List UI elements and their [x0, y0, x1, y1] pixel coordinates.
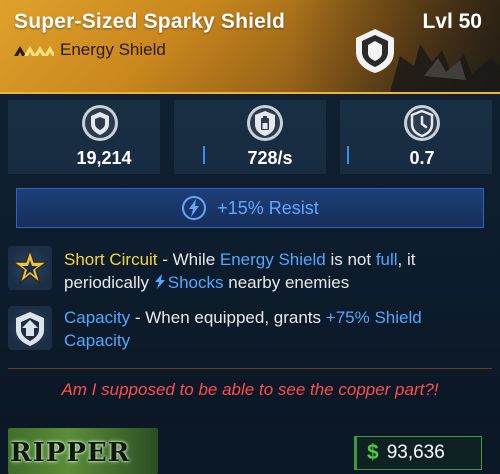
perk-text-part: - When equipped, grants: [130, 308, 326, 327]
dollar-icon: $: [367, 441, 379, 464]
price-value: 93,636: [386, 442, 445, 463]
stat-value-recharge-delay: 0.7: [409, 148, 435, 168]
note-divider: [8, 368, 492, 369]
item-card: Super-Sized Sparky Shield Lvl 50 Energy …: [0, 0, 500, 474]
perk-text-part: nearby enemies: [223, 273, 350, 292]
item-header: Super-Sized Sparky Shield Lvl 50 Energy …: [0, 0, 500, 94]
short-circuit-star-icon: [8, 246, 52, 290]
rarity-chevrons-icon: [14, 46, 54, 56]
shield-type-icon: [356, 29, 394, 73]
resist-bar: +15% Resist: [16, 188, 484, 228]
item-level: Lvl 50: [422, 10, 482, 33]
stat-separator: [347, 146, 349, 164]
perk-text-part: - While: [157, 250, 220, 269]
perk-keyword: full: [375, 250, 398, 269]
shield-recharge-delay-icon: [404, 105, 440, 141]
perk-keyword-shocks: Shocks: [154, 273, 224, 292]
capacity-arrow-icon: [8, 306, 52, 350]
resist-label: +15% Resist: [217, 197, 319, 218]
perk-capacity-text: Capacity - When equipped, grants +75% Sh…: [64, 306, 489, 352]
item-name: Super-Sized Sparky Shield: [14, 10, 286, 33]
stat-value-capacity: 19,214: [76, 148, 132, 168]
perk-name: Capacity: [64, 308, 131, 327]
user-note: Am I supposed to be able to see the copp…: [61, 380, 439, 399]
shield-capacity-icon: [82, 105, 118, 141]
stat-separator: [203, 146, 205, 164]
perk-keyword: Energy Shield: [219, 250, 326, 269]
item-price: $ 93,636: [354, 436, 482, 470]
lightning-icon: [154, 274, 165, 289]
item-type: Energy Shield: [60, 40, 166, 59]
perk-keyword: Shocks: [167, 273, 224, 292]
shield-recharge-rate-icon: [247, 105, 283, 141]
perk-name: Short Circuit: [64, 250, 158, 269]
manufacturer-logo: RIPPER: [10, 438, 131, 468]
perk-short-circuit-text: Short Circuit - While Energy Shield is n…: [64, 248, 489, 294]
shock-icon: [182, 196, 207, 220]
stat-value-recharge-rate: 728/s: [247, 148, 293, 168]
item-type-row: Energy Shield: [14, 40, 166, 60]
perk-text-part: is not: [325, 250, 376, 269]
